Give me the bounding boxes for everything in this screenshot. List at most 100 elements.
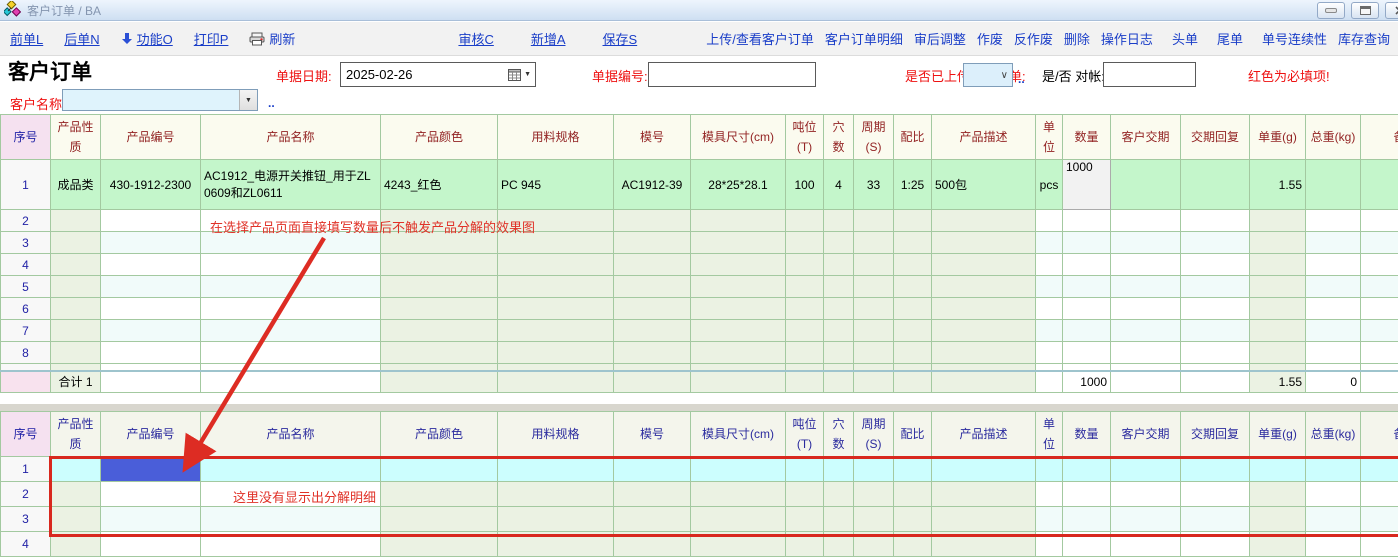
grid-cell[interactable]	[894, 364, 932, 371]
grid-cell[interactable]	[1036, 364, 1063, 371]
grid-cell[interactable]	[1036, 320, 1063, 342]
grid-cell[interactable]	[1111, 320, 1181, 342]
column-header[interactable]: 用料规格	[498, 115, 614, 160]
grid-cell[interactable]	[894, 342, 932, 364]
column-header[interactable]: 总重(kg)	[1306, 115, 1361, 160]
grid-cell[interactable]: 100	[786, 160, 824, 210]
grid-cell[interactable]	[1250, 232, 1306, 254]
grid-cell[interactable]	[786, 254, 824, 276]
column-header[interactable]: 产品名称	[201, 412, 381, 457]
grid-cell[interactable]	[1181, 210, 1250, 232]
grid-cell[interactable]	[691, 298, 786, 320]
row-number-cell[interactable]: 8	[1, 342, 51, 364]
grid-cell[interactable]: 成品类	[51, 160, 101, 210]
grid-cell[interactable]	[824, 371, 854, 393]
customer-select[interactable]: ▼	[62, 89, 258, 111]
grid-cell[interactable]	[614, 364, 691, 371]
row-number-cell[interactable]: 1	[1, 160, 51, 210]
void-link[interactable]: 作废	[977, 29, 1003, 48]
grid-cell[interactable]	[854, 232, 894, 254]
grid-cell[interactable]	[1111, 298, 1181, 320]
first-order-link[interactable]: 头单	[1172, 29, 1198, 48]
reconcile-input[interactable]	[1103, 62, 1196, 87]
last-order-link[interactable]: 尾单	[1217, 29, 1243, 48]
grid-cell[interactable]	[1250, 320, 1306, 342]
grid-cell[interactable]	[932, 371, 1036, 393]
grid-cell[interactable]	[854, 342, 894, 364]
row-number-cell[interactable]: 3	[1, 507, 51, 532]
grid-cell[interactable]	[498, 320, 614, 342]
prev-order-button[interactable]: 前单L	[10, 29, 43, 48]
grid-cell[interactable]	[101, 371, 201, 393]
grid-cell[interactable]	[932, 320, 1036, 342]
grid-cell[interactable]	[1361, 342, 1398, 364]
grid-cell[interactable]	[381, 254, 498, 276]
grid-cell[interactable]	[1306, 320, 1361, 342]
grid-cell[interactable]	[614, 254, 691, 276]
grid-cell[interactable]	[101, 254, 201, 276]
grid-cell[interactable]	[1306, 298, 1361, 320]
grid-cell[interactable]	[51, 298, 101, 320]
grid-cell[interactable]	[854, 320, 894, 342]
column-header[interactable]: 穴数	[824, 412, 854, 457]
grid-cell[interactable]	[1361, 371, 1398, 393]
grid-cell[interactable]	[1036, 276, 1063, 298]
grid-cell[interactable]	[1063, 342, 1111, 364]
grid-cell[interactable]	[1181, 160, 1250, 210]
grid-cell[interactable]	[1250, 342, 1306, 364]
next-order-button[interactable]: 后单N	[64, 29, 99, 48]
grid-cell[interactable]	[498, 298, 614, 320]
grid-cell[interactable]	[824, 320, 854, 342]
grid-cell[interactable]	[1111, 254, 1181, 276]
grid-cell[interactable]	[1250, 298, 1306, 320]
grid-cell[interactable]	[101, 210, 201, 232]
grid-cell[interactable]	[854, 210, 894, 232]
grid-cell[interactable]	[824, 232, 854, 254]
function-button[interactable]: 功能O	[121, 29, 173, 48]
grid-cell[interactable]	[51, 342, 101, 364]
grid-cell[interactable]	[824, 298, 854, 320]
column-header[interactable]: 产品性质	[51, 115, 101, 160]
grid-cell[interactable]	[498, 342, 614, 364]
grid-cell[interactable]	[1036, 371, 1063, 393]
grid-cell[interactable]	[1250, 364, 1306, 371]
column-header[interactable]: 配比	[894, 115, 932, 160]
audit-button[interactable]: 审核C	[458, 29, 493, 48]
grid-cell[interactable]	[381, 342, 498, 364]
column-header[interactable]: 备注	[1361, 412, 1398, 457]
row-number-cell[interactable]: 5	[1, 276, 51, 298]
grid-cell[interactable]: 合计 1	[51, 371, 101, 393]
operation-log-link[interactable]: 操作日志	[1101, 29, 1153, 48]
grid-cell[interactable]	[1361, 364, 1398, 371]
grid-cell[interactable]	[1306, 254, 1361, 276]
column-header[interactable]: 产品颜色	[381, 412, 498, 457]
column-header[interactable]: 单位	[1036, 412, 1063, 457]
grid-cell[interactable]	[1036, 232, 1063, 254]
minimize-button[interactable]	[1317, 2, 1345, 19]
grid-cell[interactable]	[691, 342, 786, 364]
grid-cell[interactable]	[1361, 320, 1398, 342]
grid-cell[interactable]	[786, 371, 824, 393]
grid-cell[interactable]	[1063, 320, 1111, 342]
grid-cell[interactable]	[1306, 160, 1361, 210]
column-header[interactable]: 序号	[1, 412, 51, 457]
grid-cell[interactable]	[824, 342, 854, 364]
grid-cell[interactable]	[1111, 371, 1181, 393]
grid-cell[interactable]	[786, 210, 824, 232]
grid-cell[interactable]	[614, 276, 691, 298]
grid-cell[interactable]: 1:25	[894, 160, 932, 210]
grid-cell[interactable]	[1111, 342, 1181, 364]
grid-cell[interactable]	[1361, 298, 1398, 320]
grid-cell[interactable]	[381, 298, 498, 320]
column-header[interactable]: 模具尺寸(cm)	[691, 115, 786, 160]
grid-cell[interactable]	[1111, 232, 1181, 254]
grid-cell[interactable]	[101, 342, 201, 364]
uploaded-select[interactable]: ∨	[963, 63, 1013, 87]
column-header[interactable]: 单重(g)	[1250, 115, 1306, 160]
grid-cell[interactable]	[201, 254, 381, 276]
grid-cell[interactable]	[1306, 210, 1361, 232]
grid-cell[interactable]	[1111, 364, 1181, 371]
grid-cell[interactable]	[691, 254, 786, 276]
column-header[interactable]: 吨位(T)	[786, 412, 824, 457]
column-header[interactable]: 产品性质	[51, 412, 101, 457]
